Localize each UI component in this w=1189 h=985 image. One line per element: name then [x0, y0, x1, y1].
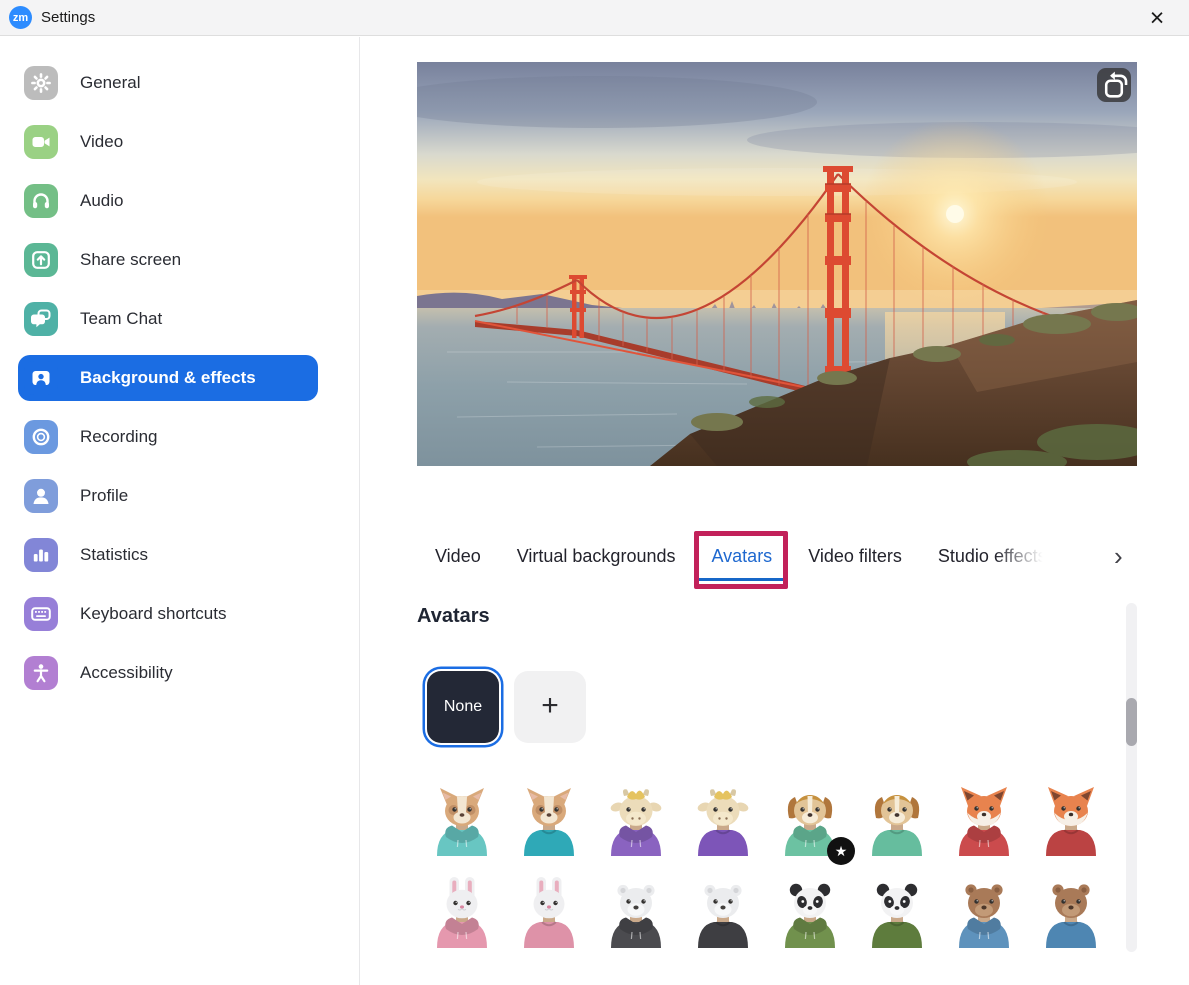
headphones-icon: [24, 184, 58, 218]
sidebar-item-label: Accessibility: [80, 663, 173, 683]
avatar-bear-shirt[interactable]: [1035, 876, 1107, 948]
avatar-corgi-hoodie[interactable]: [426, 784, 498, 856]
avatar-cow-hoodie[interactable]: [600, 784, 672, 856]
sidebar-item-label: Keyboard shortcuts: [80, 604, 226, 624]
avatar-corgi-shirt[interactable]: [513, 784, 585, 856]
tab-video-filters[interactable]: Video filters: [808, 546, 902, 567]
scrollbar-thumb[interactable]: [1126, 698, 1137, 746]
sidebar-item-label: Recording: [80, 427, 158, 447]
avatar-rabbit-hoodie[interactable]: [426, 876, 498, 948]
sidebar-item-team-chat[interactable]: Team Chat: [18, 296, 318, 342]
share-screen-icon: [24, 243, 58, 277]
avatars-heading: Avatars: [417, 605, 490, 628]
avatar-polar-shirt[interactable]: [687, 876, 759, 948]
sidebar-item-label: General: [80, 73, 140, 93]
effects-tabs: Video Virtual backgrounds Avatars Video fil…: [435, 546, 1111, 567]
selected-tab-underline: [698, 578, 785, 581]
sidebar-item-label: Background & effects: [80, 368, 256, 388]
keyboard-icon: [24, 597, 58, 631]
gear-icon: [24, 66, 58, 100]
avatar-beagle-hoodie[interactable]: ★: [774, 784, 846, 856]
avatar-panda-hoodie[interactable]: [774, 876, 846, 948]
avatar-fox-shirt[interactable]: [1035, 784, 1107, 856]
tab-video[interactable]: Video: [435, 546, 481, 567]
window-title: Settings: [41, 9, 95, 26]
avatar-beagle-shirt[interactable]: [861, 784, 933, 856]
sidebar-item-background-effects[interactable]: Background & effects: [18, 355, 318, 401]
accessibility-icon: [24, 656, 58, 690]
avatar-grid: ★: [426, 784, 1107, 948]
avatar-cow-shirt[interactable]: [687, 784, 759, 856]
scrollbar-track[interactable]: [1126, 603, 1137, 952]
tab-avatars[interactable]: Avatars: [711, 546, 772, 567]
sidebar-item-audio[interactable]: Audio: [18, 178, 318, 224]
settings-sidebar: General Video Audio Share screen Team Ch…: [0, 37, 360, 985]
golden-gate-preview-image: [417, 62, 1137, 466]
star-badge-icon: ★: [827, 837, 855, 865]
sidebar-item-profile[interactable]: Profile: [18, 473, 318, 519]
tabs-overflow-chevron[interactable]: ›: [1114, 542, 1123, 570]
avatar-polar-hoodie[interactable]: [600, 876, 672, 948]
sidebar-item-label: Statistics: [80, 545, 148, 565]
video-camera-icon: [24, 125, 58, 159]
settings-window: zm Settings × General Video Audio Share …: [0, 0, 1189, 985]
rotate-preview-button[interactable]: [1097, 68, 1131, 102]
bar-chart-icon: [24, 538, 58, 572]
sidebar-item-accessibility[interactable]: Accessibility: [18, 650, 318, 696]
avatar-choice-row: None +: [427, 671, 586, 743]
tab-studio-effects[interactable]: Studio effects: [938, 546, 1047, 567]
main-panel: Video Virtual backgrounds Avatars Video fil…: [361, 36, 1189, 985]
close-button[interactable]: ×: [1137, 0, 1177, 36]
record-circle-icon: [24, 420, 58, 454]
sidebar-item-keyboard-shortcuts[interactable]: Keyboard shortcuts: [18, 591, 318, 637]
zoom-logo-icon: zm: [9, 6, 32, 29]
sidebar-item-label: Profile: [80, 486, 128, 506]
rotate-icon: [1097, 62, 1131, 287]
avatar-bear-hoodie[interactable]: [948, 876, 1020, 948]
video-preview: [417, 62, 1137, 466]
person-icon: [24, 479, 58, 513]
avatar-panda-shirt[interactable]: [861, 876, 933, 948]
titlebar: zm Settings ×: [0, 0, 1189, 36]
background-person-icon: [24, 361, 58, 395]
sidebar-item-label: Video: [80, 132, 123, 152]
avatar-add-tile[interactable]: +: [514, 671, 586, 743]
chat-bubbles-icon: [24, 302, 58, 336]
sidebar-item-label: Audio: [80, 191, 123, 211]
avatar-rabbit-shirt[interactable]: [513, 876, 585, 948]
sidebar-item-general[interactable]: General: [18, 60, 318, 106]
tab-virtual-backgrounds[interactable]: Virtual backgrounds: [517, 546, 676, 567]
sidebar-item-recording[interactable]: Recording: [18, 414, 318, 460]
avatar-fox-hoodie[interactable]: [948, 784, 1020, 856]
avatar-none-tile[interactable]: None: [427, 671, 499, 743]
sidebar-item-label: Team Chat: [80, 309, 162, 329]
sidebar-item-label: Share screen: [80, 250, 181, 270]
sidebar-item-share-screen[interactable]: Share screen: [18, 237, 318, 283]
sidebar-item-video[interactable]: Video: [18, 119, 318, 165]
sidebar-item-statistics[interactable]: Statistics: [18, 532, 318, 578]
